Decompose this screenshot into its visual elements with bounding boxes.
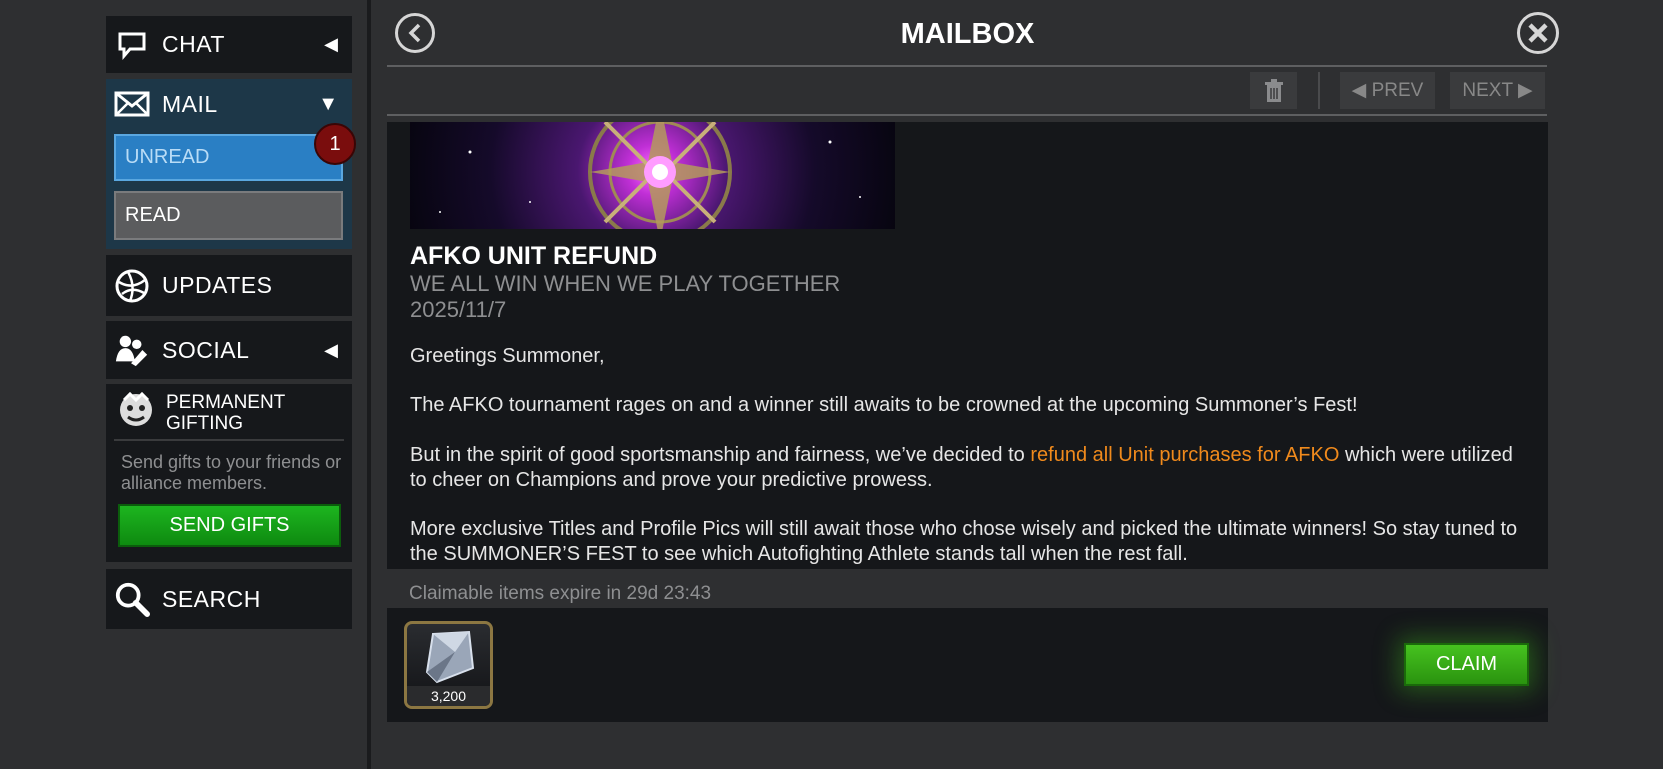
prev-label: ◀ PREV	[1351, 80, 1424, 101]
unread-badge-count: 1	[329, 132, 341, 155]
chat-bubble-icon	[114, 27, 150, 63]
gifting-title-line2: GIFTING	[166, 413, 244, 434]
sidebar-item-chat[interactable]: CHAT ◀	[106, 16, 352, 73]
claim-label: CLAIM	[1435, 653, 1498, 675]
chevron-left-icon: ◀	[324, 339, 338, 360]
send-gifts-button[interactable]: SEND GIFTS	[118, 504, 341, 547]
chevron-down-icon: ▼	[318, 92, 338, 115]
sidebar-item-mail[interactable]: MAIL ▼	[106, 79, 352, 129]
message-title: AFKO UNIT REFUND	[410, 242, 658, 270]
mail-read-tab[interactable]: READ	[114, 191, 343, 240]
chat-label: CHAT	[162, 31, 225, 57]
expire-notice: Claimable items expire in 29d 23:43	[409, 583, 712, 604]
reward-count: 3,200	[407, 686, 490, 706]
envelope-icon	[114, 86, 150, 122]
unread-label: UNREAD	[125, 146, 210, 168]
message-paragraph-2: But in the spirit of good sportsmanship …	[410, 443, 1520, 493]
gifting-panel: PERMANENT GIFTING Send gifts to your fri…	[106, 384, 352, 562]
search-label: SEARCH	[162, 585, 261, 612]
mail-label: MAIL	[162, 90, 218, 117]
sidebar-item-updates[interactable]: UPDATES	[106, 255, 352, 316]
social-people-icon	[114, 332, 150, 368]
prev-button[interactable]: ◀ PREV	[1340, 72, 1435, 109]
updates-label: UPDATES	[162, 272, 273, 298]
read-label: READ	[125, 204, 181, 226]
gifting-title: PERMANENT GIFTING	[166, 392, 285, 434]
sidebar-item-social[interactable]: SOCIAL ◀	[106, 321, 352, 379]
social-label: SOCIAL	[162, 336, 250, 363]
chevron-left-icon	[408, 23, 421, 43]
gifting-title-line1: PERMANENT	[166, 392, 286, 413]
trash-icon	[1264, 78, 1283, 102]
message-panel[interactable]: AFKO UNIT REFUND WE ALL WIN WHEN WE PLAY…	[387, 122, 1548, 569]
message-paragraph-1: The AFKO tournament rages on and a winne…	[410, 394, 1358, 416]
message-paragraph-3: More exclusive Titles and Profile Pics w…	[410, 518, 1518, 565]
send-gifts-label: SEND GIFTS	[169, 514, 290, 536]
back-button[interactable]	[395, 13, 435, 53]
next-label: NEXT ▶	[1462, 80, 1533, 101]
claim-panel	[387, 608, 1548, 722]
crystal-emblem-icon	[439, 122, 861, 229]
claim-button[interactable]: CLAIM	[1404, 643, 1529, 686]
unit-crystal-icon	[425, 630, 475, 684]
page-title: MAILBOX	[900, 18, 1035, 50]
close-icon	[1528, 23, 1548, 43]
globe-icon	[114, 268, 150, 304]
chevron-left-icon: ◀	[324, 34, 338, 54]
sidebar-divider	[367, 0, 371, 769]
toolbar-separator	[1318, 72, 1320, 109]
close-button[interactable]	[1517, 12, 1559, 54]
message-subtitle: WE ALL WIN WHEN WE PLAY TOGETHER	[410, 271, 841, 296]
mail-unread-tab[interactable]: UNREAD	[114, 134, 343, 181]
reward-item[interactable]: 3,200	[404, 621, 493, 709]
gifting-mascot-icon	[116, 390, 156, 430]
toolbar-divider	[387, 114, 1547, 116]
message-greeting: Greetings Summoner,	[410, 345, 605, 367]
message-date: 2025/11/7	[410, 297, 507, 322]
unread-badge: 1	[314, 123, 356, 165]
paragraph-2-before: But in the spirit of good sportsmanship …	[410, 444, 1031, 466]
message-banner-image	[410, 122, 895, 229]
header-divider	[387, 65, 1547, 67]
refund-highlight-link[interactable]: refund all Unit purchases for AFKO	[1030, 444, 1339, 466]
next-button[interactable]: NEXT ▶	[1450, 72, 1545, 109]
search-icon	[114, 581, 150, 617]
delete-button[interactable]	[1250, 72, 1297, 109]
gifting-description: Send gifts to your friends or alliance m…	[121, 452, 342, 493]
sidebar-item-search[interactable]: SEARCH	[106, 569, 352, 629]
gifting-divider	[114, 439, 344, 441]
sidebar-mail-section: MAIL ▼ UNREAD 1 READ	[106, 79, 356, 249]
